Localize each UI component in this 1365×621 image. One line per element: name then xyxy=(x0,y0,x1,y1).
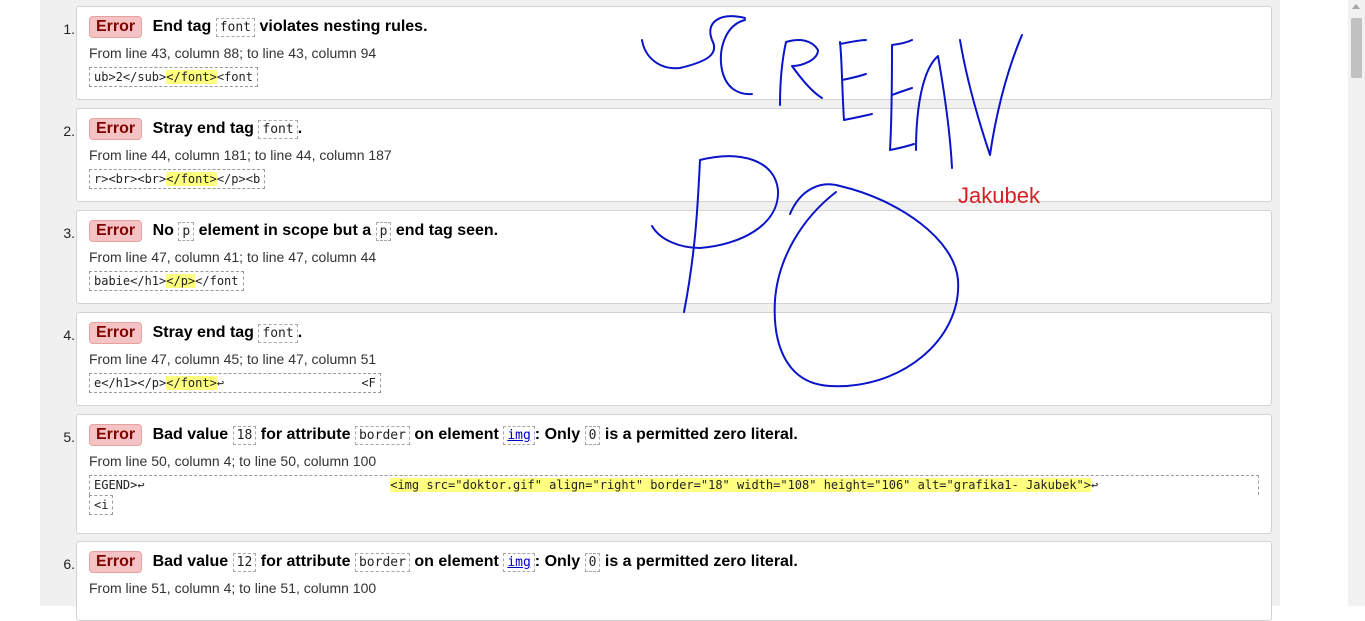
letter-c-stroke xyxy=(719,19,753,96)
letter-e2-stroke xyxy=(889,39,915,151)
letter-n1-stroke xyxy=(915,55,953,169)
handwritten-screen-po-annotation xyxy=(641,15,1023,388)
letter-s-stroke xyxy=(641,15,746,70)
letter-e1-stroke xyxy=(839,39,873,121)
signature-jakubek: Jakubek xyxy=(958,183,1040,208)
letter-n2-stroke xyxy=(959,34,1023,156)
letter-p-stroke xyxy=(651,155,780,313)
letter-o-stroke xyxy=(773,183,960,388)
letter-r-stroke xyxy=(779,39,823,106)
